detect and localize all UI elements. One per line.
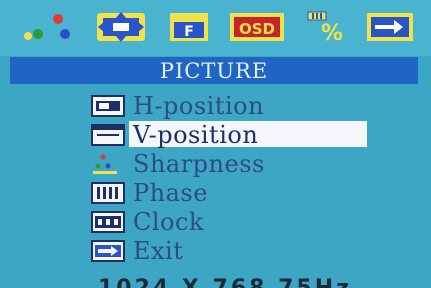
osd-icon[interactable]: OSD xyxy=(228,10,286,44)
position-arrows-icon[interactable] xyxy=(95,10,147,44)
svg-text:F: F xyxy=(184,24,194,40)
top-icon-toolbar: F OSD % xyxy=(0,0,431,56)
menu-item-phase[interactable]: Phase xyxy=(91,178,367,207)
f-function-icon[interactable]: F xyxy=(168,10,210,44)
svg-text:%: % xyxy=(321,21,343,44)
v-position-icon xyxy=(91,123,131,147)
clock-icon xyxy=(91,210,131,234)
phase-icon xyxy=(91,181,131,205)
svg-text:OSD: OSD xyxy=(239,20,275,38)
exit-arrow-icon[interactable] xyxy=(365,10,415,44)
h-position-icon xyxy=(91,94,131,118)
page-title: PICTURE xyxy=(10,57,418,84)
menu-item-sharpness[interactable]: Sharpness xyxy=(91,149,367,178)
sharpness-icon xyxy=(91,152,131,176)
color-dots-icon[interactable] xyxy=(20,10,76,44)
menu-item-label: V-position xyxy=(133,120,259,149)
resolution-text: 1024 X 768 75Hz xyxy=(98,276,352,288)
menu-item-exit[interactable]: Exit xyxy=(91,236,367,265)
menu-item-label: Clock xyxy=(133,207,204,236)
menu-item-label: H-position xyxy=(133,91,265,120)
percent-icon[interactable]: % xyxy=(304,10,350,44)
menu-item-label: Sharpness xyxy=(133,149,265,178)
menu-item-v-position[interactable]: V-position xyxy=(91,120,367,149)
exit-icon xyxy=(91,239,131,263)
menu-item-h-position[interactable]: H-position xyxy=(91,91,367,120)
menu-item-clock[interactable]: Clock xyxy=(91,207,367,236)
picture-menu: H-position V-position Sharpness Phase Cl… xyxy=(91,91,367,265)
resolution-status: 1024 X 768 75Hz xyxy=(0,276,431,288)
menu-item-label: Phase xyxy=(133,178,208,207)
menu-item-label: Exit xyxy=(133,236,184,265)
